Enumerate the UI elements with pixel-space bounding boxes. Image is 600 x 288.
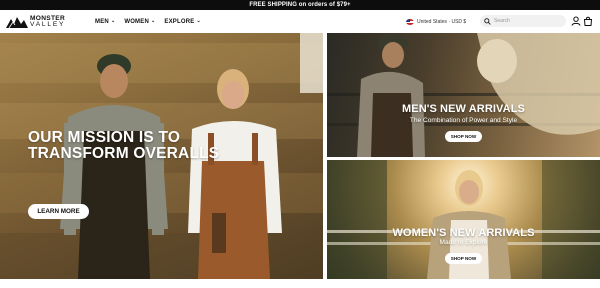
account-icon[interactable] — [571, 16, 581, 26]
nav-label: WOMEN — [124, 18, 149, 25]
nav-label: EXPLORE — [164, 18, 195, 25]
nav-label: MEN — [95, 18, 109, 25]
hero-heading: OUR MISSION IS TO TRANSFORM OVERALLS — [28, 130, 219, 162]
brand-name-line2: VALLEY — [30, 20, 66, 28]
site-header: MONSTER VALLEY MEN ⌄ WOMEN ⌄ EXPLORE ⌄ U… — [0, 10, 600, 33]
shop-men-button[interactable]: SHOP NOW — [445, 131, 482, 142]
cart-icon[interactable] — [583, 16, 593, 26]
announcement-bar: FREE SHIPPING on orders of $79+ — [0, 0, 600, 10]
brand-wordmark: MONSTER VALLEY — [30, 15, 66, 28]
us-flag-icon — [406, 19, 414, 25]
search-input[interactable] — [494, 18, 564, 24]
brand-logo[interactable]: MONSTER VALLEY — [6, 14, 72, 29]
locale-label: United States · USD $ — [417, 19, 467, 25]
hero-banner[interactable]: OUR MISSION IS TO TRANSFORM OVERALLS LEA… — [0, 33, 323, 279]
announcement-text: FREE SHIPPING on orders of $79+ — [249, 2, 351, 8]
search-icon — [484, 17, 491, 25]
womens-panel-title: WOMEN'S NEW ARRIVALS — [392, 227, 535, 239]
mens-panel-subtitle: The Combination of Power and Style — [409, 117, 518, 124]
nav-item-women[interactable]: WOMEN ⌄ — [124, 19, 155, 25]
search-box[interactable] — [480, 15, 566, 27]
mens-panel-title: MEN'S NEW ARRIVALS — [402, 103, 525, 115]
chevron-down-icon: ⌄ — [151, 18, 156, 24]
womens-panel-subtitle: Made to Explore — [439, 239, 488, 246]
shop-women-button[interactable]: SHOP NOW — [445, 253, 482, 264]
womens-new-arrivals-banner[interactable]: WOMEN'S NEW ARRIVALS Made to Explore SHO… — [327, 160, 600, 279]
locale-selector[interactable]: United States · USD $ — [406, 17, 466, 27]
chevron-down-icon: ⌄ — [196, 18, 201, 24]
mountain-logo-icon — [6, 17, 28, 28]
hero-title-line1: OUR MISSION IS TO — [28, 129, 181, 146]
chevron-down-icon: ⌄ — [110, 18, 116, 24]
nav-item-explore[interactable]: EXPLORE ⌄ — [164, 19, 200, 25]
learn-more-button[interactable]: LEARN MORE — [28, 204, 89, 219]
hero-title-line2: TRANSFORM OVERALLS — [28, 145, 220, 162]
mens-new-arrivals-banner[interactable]: MEN'S NEW ARRIVALS The Combination of Po… — [327, 33, 600, 157]
nav-item-men[interactable]: MEN ⌄ — [95, 19, 115, 25]
main-nav: MEN ⌄ WOMEN ⌄ EXPLORE ⌄ — [95, 10, 201, 33]
